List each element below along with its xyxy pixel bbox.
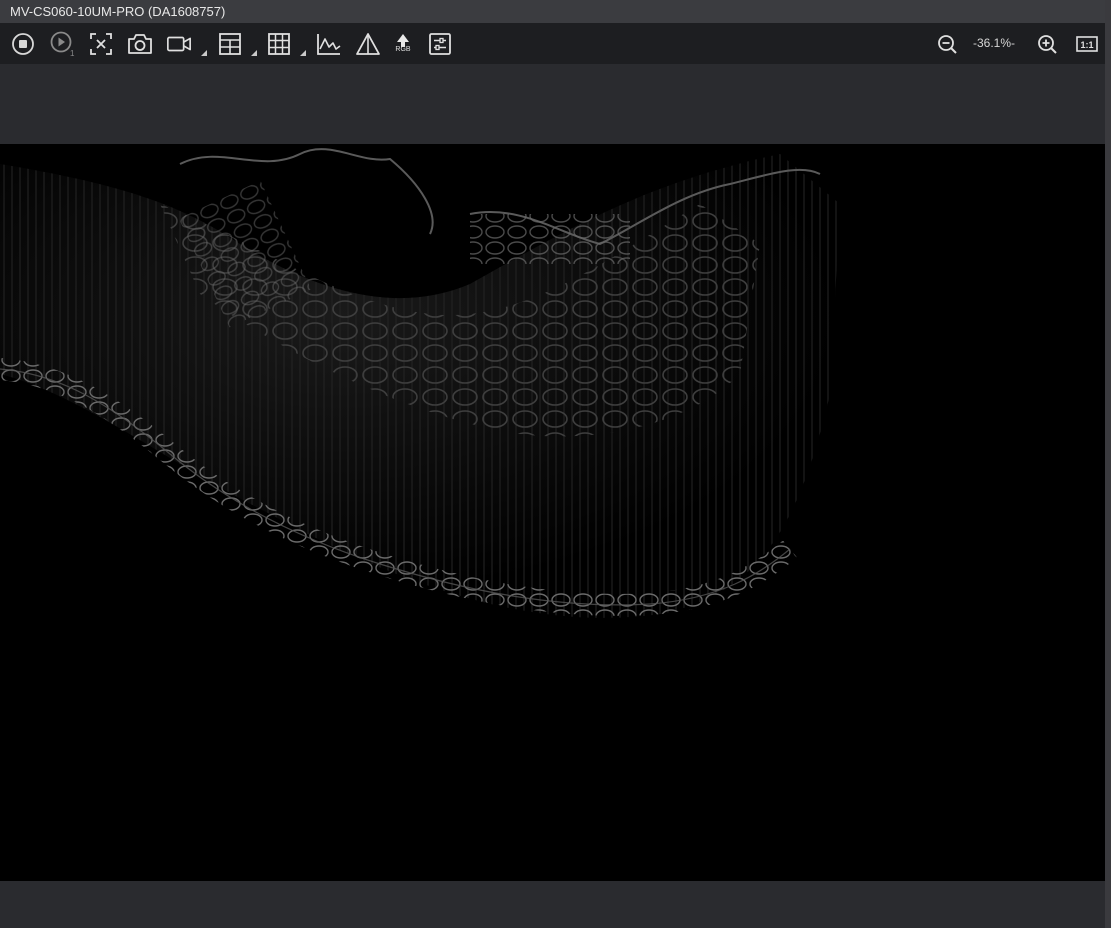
camera-icon: [128, 34, 152, 54]
toolbar: 1 RGB -36.1%- 1:1: [0, 23, 1105, 64]
actual-size-button[interactable]: 1:1: [1074, 31, 1100, 57]
histogram-button[interactable]: [316, 31, 342, 57]
window-title: MV-CS060-10UM-PRO (DA1608757): [0, 0, 1105, 23]
rgb-label: RGB: [395, 46, 411, 53]
histogram-icon: [317, 34, 341, 55]
viewer-bottom-margin: [0, 881, 1105, 928]
stop-circle-icon: [12, 33, 34, 55]
image-settings-button[interactable]: [427, 31, 453, 57]
grid-dropdown-arrow[interactable]: [300, 50, 306, 56]
zoom-out-button[interactable]: [934, 31, 960, 57]
svg-text:1: 1: [70, 49, 75, 57]
viewer-top-margin: [0, 64, 1105, 144]
fit-screen-icon: [90, 33, 112, 55]
record-dropdown-arrow[interactable]: [201, 50, 207, 56]
svg-text:1:1: 1:1: [1080, 40, 1093, 50]
zoom-level: -36.1%-: [972, 36, 1016, 50]
play-once-icon: 1: [50, 31, 75, 57]
grid-button[interactable]: [266, 31, 292, 57]
image-viewport[interactable]: [0, 144, 1105, 881]
sliders-icon: [429, 33, 451, 55]
rgb-display-button[interactable]: [390, 31, 416, 57]
flip-icon: [356, 33, 380, 55]
vertical-scrollbar[interactable]: [1105, 0, 1111, 928]
video-camera-icon: [167, 36, 191, 52]
image-flip-button[interactable]: [355, 31, 381, 57]
zoom-in-button[interactable]: [1034, 31, 1060, 57]
grid-icon: [268, 33, 290, 55]
cross-grid-dropdown-arrow[interactable]: [251, 50, 257, 56]
cross-grid-button[interactable]: [217, 31, 243, 57]
stop-acquisition-button[interactable]: [10, 31, 36, 57]
zoom-out-icon: [938, 35, 957, 54]
fit-window-button[interactable]: [88, 31, 114, 57]
rgb-icon: [397, 34, 409, 47]
snapshot-button[interactable]: [127, 31, 153, 57]
actual-size-icon: 1:1: [1076, 36, 1098, 52]
cross-grid-icon: [219, 33, 241, 55]
microscope-image: [0, 144, 1105, 881]
record-button[interactable]: [166, 31, 192, 57]
zoom-in-icon: [1038, 35, 1057, 54]
single-frame-button[interactable]: 1: [50, 31, 76, 57]
